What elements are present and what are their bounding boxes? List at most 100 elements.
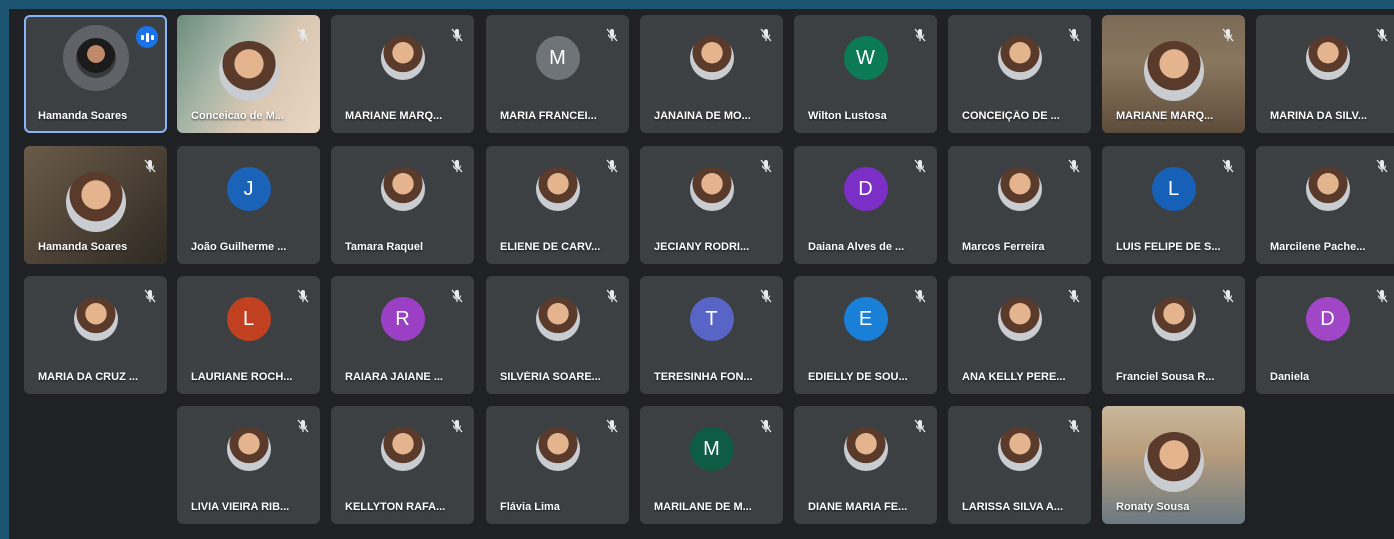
participant-name: MARIANE MARQ... (1116, 110, 1214, 122)
participant-tile[interactable]: LARISSA SILVA A... (948, 406, 1091, 524)
participant-tile[interactable]: KELLYTON RAFA... (331, 406, 474, 524)
participant-name: DIANE MARIA FE... (808, 501, 908, 513)
participant-tile[interactable]: Ronaty Sousa (1102, 406, 1245, 524)
participant-name: Daniela (1270, 371, 1310, 383)
avatar-photo (843, 427, 888, 471)
avatar-photo (1305, 36, 1350, 80)
avatar-letter: T (689, 297, 734, 341)
participant-tile[interactable]: Hamanda Soares (24, 146, 167, 264)
participant-tile[interactable]: D Daiana Alves de ... (794, 146, 937, 264)
participant-tile[interactable]: LIVIA VIEIRA RIB... (177, 406, 320, 524)
mic-off-icon (143, 288, 157, 304)
participant-face (1143, 432, 1204, 492)
mic-off-icon (913, 288, 927, 304)
participant-tile[interactable]: Conceicao de M... (177, 15, 320, 133)
participant-tile[interactable]: E EDIELLY DE SOU... (794, 276, 937, 394)
mic-off-icon (1221, 158, 1235, 174)
avatar-photo (689, 167, 734, 211)
participant-name: Daiana Alves de ... (808, 241, 905, 253)
participant-tile[interactable]: Tamara Raquel (331, 146, 474, 264)
mic-off-icon (450, 288, 464, 304)
participant-tile[interactable]: ELIENE DE CARV... (486, 146, 629, 264)
participant-name: JECIANY RODRI... (654, 241, 750, 253)
participant-name: RAIARA JAIANE ... (345, 371, 443, 383)
avatar-photo (380, 167, 425, 211)
participant-name: Wilton Lustosa (808, 110, 887, 122)
participant-tile[interactable]: Marcos Ferreira (948, 146, 1091, 264)
mic-off-icon (450, 27, 464, 43)
participant-name: LARISSA SILVA A... (962, 501, 1064, 513)
participant-tile[interactable]: JANAINA DE MO... (640, 15, 783, 133)
participant-name: LIVIA VIEIRA RIB... (191, 501, 290, 513)
avatar-photo (997, 297, 1042, 341)
participant-name: JANAINA DE MO... (654, 110, 751, 122)
participant-name: ELIENE DE CARV... (500, 241, 601, 253)
mic-off-icon (296, 27, 310, 43)
participant-tile[interactable]: MARINA DA SILV... (1256, 15, 1394, 133)
participant-tile[interactable]: W Wilton Lustosa (794, 15, 937, 133)
participant-tile[interactable]: Franciel Sousa R... (1102, 276, 1245, 394)
avatar-photo (1151, 297, 1196, 341)
participant-name: ANA KELLY PERE... (962, 371, 1066, 383)
participant-tile[interactable]: CONCEIÇÃO DE ... (948, 15, 1091, 133)
avatar-photo (380, 427, 425, 471)
participant-name: MARIA DA CRUZ ... (38, 371, 139, 383)
participant-tile[interactable]: L LAURIANE ROCH... (177, 276, 320, 394)
mic-off-icon (605, 418, 619, 434)
participant-tile[interactable]: MARIA DA CRUZ ... (24, 276, 167, 394)
mic-off-icon (1067, 27, 1081, 43)
avatar-photo (535, 167, 580, 211)
mic-off-icon (296, 418, 310, 434)
mic-off-icon (1375, 288, 1389, 304)
participant-tile[interactable]: M MARILANE DE M... (640, 406, 783, 524)
avatar-letter: E (843, 297, 888, 341)
mic-off-icon (1221, 288, 1235, 304)
speaking-indicator-icon (136, 26, 158, 48)
participant-tile[interactable]: T TERESINHA FON... (640, 276, 783, 394)
participant-name: MARINA DA SILV... (1270, 110, 1367, 122)
participant-name: EDIELLY DE SOU... (808, 371, 908, 383)
participant-tile[interactable]: MARIANE MARQ... (331, 15, 474, 133)
participant-tile[interactable]: L LUIS FELIPE DE S... (1102, 146, 1245, 264)
participant-name: LAURIANE ROCH... (191, 371, 293, 383)
participant-name: SILVÉRIA SOARE... (500, 371, 601, 383)
mic-off-icon (1067, 158, 1081, 174)
participant-tile[interactable]: DIANE MARIA FE... (794, 406, 937, 524)
participant-name: Marcos Ferreira (962, 241, 1045, 253)
mic-off-icon (1375, 27, 1389, 43)
participant-tile[interactable]: Hamanda Soares (24, 15, 167, 133)
participant-name: Franciel Sousa R... (1116, 371, 1215, 383)
participant-name: Tamara Raquel (345, 241, 424, 253)
participant-tile[interactable]: Marcilene Pache... (1256, 146, 1394, 264)
avatar-photo (997, 167, 1042, 211)
mic-off-icon (913, 418, 927, 434)
mic-off-icon (1375, 158, 1389, 174)
participant-tile[interactable]: MARIANE MARQ... (1102, 15, 1245, 133)
mic-off-icon (759, 158, 773, 174)
mic-off-icon (759, 418, 773, 434)
avatar-photo (997, 427, 1042, 471)
mic-off-icon (759, 288, 773, 304)
participant-face (1143, 41, 1204, 101)
mic-off-icon (913, 158, 927, 174)
participant-tile[interactable]: Flávia Lima (486, 406, 629, 524)
participant-tile[interactable]: SILVÉRIA SOARE... (486, 276, 629, 394)
participant-name: TERESINHA FON... (654, 371, 753, 383)
participant-tile[interactable]: JECIANY RODRI... (640, 146, 783, 264)
participant-tile[interactable]: ANA KELLY PERE... (948, 276, 1091, 394)
avatar-letter: L (226, 297, 271, 341)
participant-tile[interactable]: D Daniela (1256, 276, 1394, 394)
avatar-letter: R (380, 297, 425, 341)
participant-name: KELLYTON RAFA... (345, 501, 446, 513)
participant-name: Flávia Lima (500, 501, 560, 513)
participant-tile[interactable]: M MARIA FRANCEI... (486, 15, 629, 133)
mic-off-icon (605, 158, 619, 174)
avatar-photo (73, 297, 118, 341)
participant-name: MARILANE DE M... (654, 501, 752, 513)
participant-name: Marcilene Pache... (1270, 241, 1366, 253)
avatar-letter: L (1151, 167, 1196, 211)
participant-grid: Hamanda Soares Conceicao de M... MARIANE M… (9, 9, 1394, 539)
participant-tile[interactable]: R RAIARA JAIANE ... (331, 276, 474, 394)
participant-tile[interactable]: J João Guilherme ... (177, 146, 320, 264)
mic-off-icon (759, 27, 773, 43)
